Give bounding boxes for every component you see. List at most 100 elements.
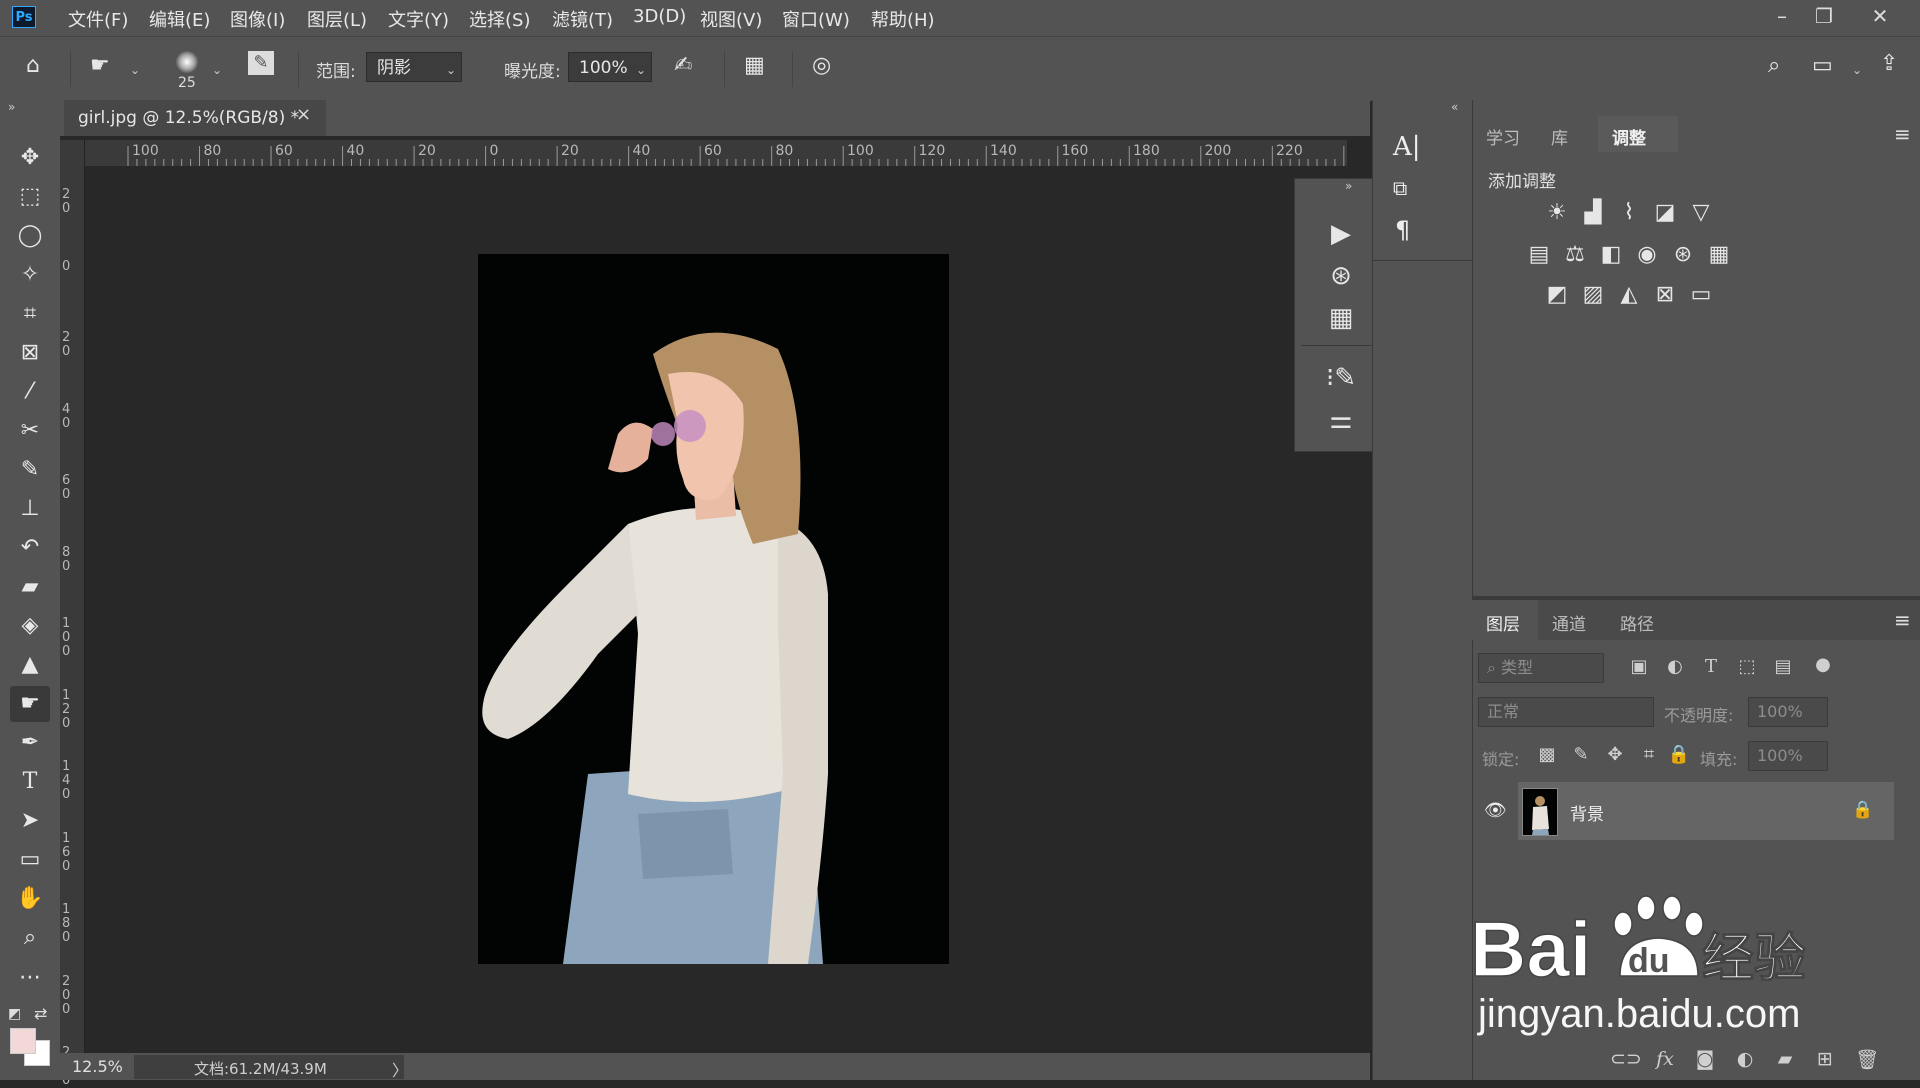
blend-mode-select[interactable]: 正常 [1478, 697, 1654, 727]
history-brush-tool-icon[interactable]: ↶ [10, 530, 50, 566]
move-tool-icon[interactable]: ✥ [10, 140, 50, 176]
hand-tool-icon[interactable]: ✋ [10, 881, 50, 917]
chevron-down-icon[interactable]: ⌄ [212, 63, 222, 77]
curves-icon[interactable]: ⌇ [1614, 200, 1644, 226]
character-panel-icon[interactable]: A| [1393, 132, 1421, 162]
filter-smart-object-icon[interactable]: ▤ [1770, 656, 1796, 677]
exposure-adj-icon[interactable]: ◪ [1650, 200, 1680, 226]
protect-tones-icon[interactable]: ▦ [744, 53, 765, 78]
swatches-icon[interactable]: ⊛ [1315, 261, 1367, 291]
close-window-button[interactable]: ✕ [1860, 2, 1900, 32]
layer-name[interactable]: 背景 [1570, 800, 1604, 825]
rectangle-tool-icon[interactable]: ▭ [10, 842, 50, 878]
search-icon[interactable]: ⌕ [1768, 53, 1780, 78]
marquee-tool-icon[interactable]: ⬚ [10, 179, 50, 215]
color-balance-icon[interactable]: ⚖ [1560, 242, 1590, 268]
tab-learn[interactable]: 学习 [1486, 124, 1520, 149]
adjustment-layer-icon[interactable]: ◐ [1730, 1048, 1760, 1070]
more-tools-icon[interactable]: ⋯ [10, 960, 50, 996]
lock-image-icon[interactable]: ✎ [1568, 744, 1594, 765]
lock-transparent-icon[interactable]: ▩ [1534, 744, 1560, 765]
airbrush-icon[interactable]: ✍ [674, 53, 692, 78]
expand-icon[interactable]: » [1345, 179, 1352, 193]
lasso-tool-icon[interactable]: ◯ [10, 218, 50, 254]
foreground-color-swatch[interactable] [10, 1028, 36, 1054]
burn-tool-preset-icon[interactable]: ☛ [90, 53, 110, 78]
lock-all-icon[interactable]: 🔒 [1666, 744, 1692, 765]
layer-filter-select[interactable]: ⌕ 类型 [1478, 653, 1604, 683]
menu-window[interactable]: 窗口(W) [782, 6, 850, 32]
close-tab-icon[interactable]: × [296, 104, 311, 125]
home-icon[interactable]: ⌂ [26, 53, 40, 78]
filter-shape-icon[interactable]: ⬚ [1734, 656, 1760, 677]
lock-artboard-icon[interactable]: ⌗ [1636, 744, 1662, 765]
posterize-icon[interactable]: ▨ [1578, 282, 1608, 308]
vibrance-icon[interactable]: ▽ [1686, 200, 1716, 226]
menu-file[interactable]: 文件(F) [68, 6, 128, 32]
menu-layer[interactable]: 图层(L) [307, 6, 367, 32]
filter-toggle-icon[interactable]: ● [1810, 654, 1836, 675]
invert-icon[interactable]: ◩ [1542, 282, 1572, 308]
restore-button[interactable]: ❐ [1804, 2, 1844, 32]
zoom-level[interactable]: 12.5% [72, 1057, 123, 1076]
chevron-down-icon[interactable]: ⌄ [1852, 63, 1862, 77]
tab-paths[interactable]: 路径 [1620, 610, 1654, 635]
opacity-input[interactable]: 100% [1748, 697, 1828, 727]
brush-tool-icon[interactable]: ✎ [10, 452, 50, 488]
clone-stamp-tool-icon[interactable]: ⊥ [10, 491, 50, 527]
visibility-eye-icon[interactable]: 👁 [1484, 800, 1507, 821]
menu-type[interactable]: 文字(Y) [388, 6, 449, 32]
collapse-icon[interactable]: « [1451, 100, 1458, 114]
menu-filter[interactable]: 滤镜(T) [552, 6, 613, 32]
brush-settings-panel-icon[interactable]: ⚌ [1315, 405, 1367, 435]
burn-tool-icon[interactable]: ☛ [10, 686, 50, 722]
chevron-down-icon[interactable]: ⌄ [130, 63, 140, 77]
paragraph-panel-icon[interactable]: ¶ [1395, 216, 1410, 244]
fx-icon[interactable]: fx [1650, 1048, 1680, 1070]
new-layer-icon[interactable]: ⊞ [1810, 1048, 1840, 1070]
filter-type-icon[interactable]: T [1698, 656, 1724, 677]
magic-wand-tool-icon[interactable]: ✧ [10, 257, 50, 293]
brightness-contrast-icon[interactable]: ☀ [1542, 200, 1572, 226]
document-tab-title[interactable]: girl.jpg @ 12.5%(RGB/8) * [78, 108, 299, 128]
lock-icon[interactable]: 🔒 [1852, 800, 1873, 820]
zoom-tool-icon[interactable]: ⌕ [10, 920, 50, 956]
minimize-button[interactable]: – [1762, 2, 1802, 32]
new-group-icon[interactable]: ▰ [1770, 1048, 1800, 1070]
levels-icon[interactable]: ▟ [1578, 200, 1608, 226]
channel-mixer-icon[interactable]: ⊛ [1668, 242, 1698, 268]
chevron-down-icon[interactable]: ⌄ [636, 63, 646, 77]
pen-tool-icon[interactable]: ✒ [10, 725, 50, 761]
layer-mask-icon[interactable]: ◙ [1690, 1048, 1720, 1070]
workspace-icon[interactable]: ▭ [1812, 53, 1833, 78]
color-lookup-icon[interactable]: ▦ [1704, 242, 1734, 268]
menu-help[interactable]: 帮助(H) [871, 6, 935, 32]
type-tool-icon[interactable]: T [10, 764, 50, 800]
menu-edit[interactable]: 编辑(E) [149, 6, 210, 32]
gradient-map-icon[interactable]: ▭ [1686, 282, 1716, 308]
eyedropper-tool-icon[interactable]: ⁄ [10, 374, 50, 410]
canvas-image[interactable] [478, 254, 949, 964]
photo-filter-icon[interactable]: ◉ [1632, 242, 1662, 268]
actions-play-icon[interactable]: ▶ [1315, 219, 1367, 249]
default-colors-icon[interactable]: ◩ [8, 1006, 21, 1022]
path-selection-tool-icon[interactable]: ➤ [10, 803, 50, 839]
tab-adjustments[interactable]: 调整 [1612, 124, 1646, 149]
selective-color-icon[interactable]: ⊠ [1650, 282, 1680, 308]
brush-settings-icon[interactable]: ✎ [248, 51, 274, 75]
filter-pixel-icon[interactable]: ▣ [1626, 656, 1652, 677]
blur-tool-icon[interactable]: ▲ [10, 647, 50, 683]
menu-select[interactable]: 选择(S) [469, 6, 530, 32]
menu-view[interactable]: 视图(V) [700, 6, 762, 32]
panel-menu-icon[interactable]: ≡ [1894, 122, 1911, 146]
filter-adjustment-icon[interactable]: ◐ [1662, 656, 1688, 677]
patterns-icon[interactable]: ▦ [1315, 303, 1367, 333]
paint-bucket-tool-icon[interactable]: ◈ [10, 608, 50, 644]
tab-channels[interactable]: 通道 [1552, 610, 1586, 635]
healing-brush-tool-icon[interactable]: ✂ [10, 413, 50, 449]
brush-preview-icon[interactable] [176, 51, 198, 73]
frame-tool-icon[interactable]: ⊠ [10, 335, 50, 371]
fill-input[interactable]: 100% [1748, 741, 1828, 771]
link-layers-icon[interactable]: ⊂⊃ [1610, 1048, 1642, 1070]
pressure-icon[interactable]: ◎ [812, 53, 831, 78]
